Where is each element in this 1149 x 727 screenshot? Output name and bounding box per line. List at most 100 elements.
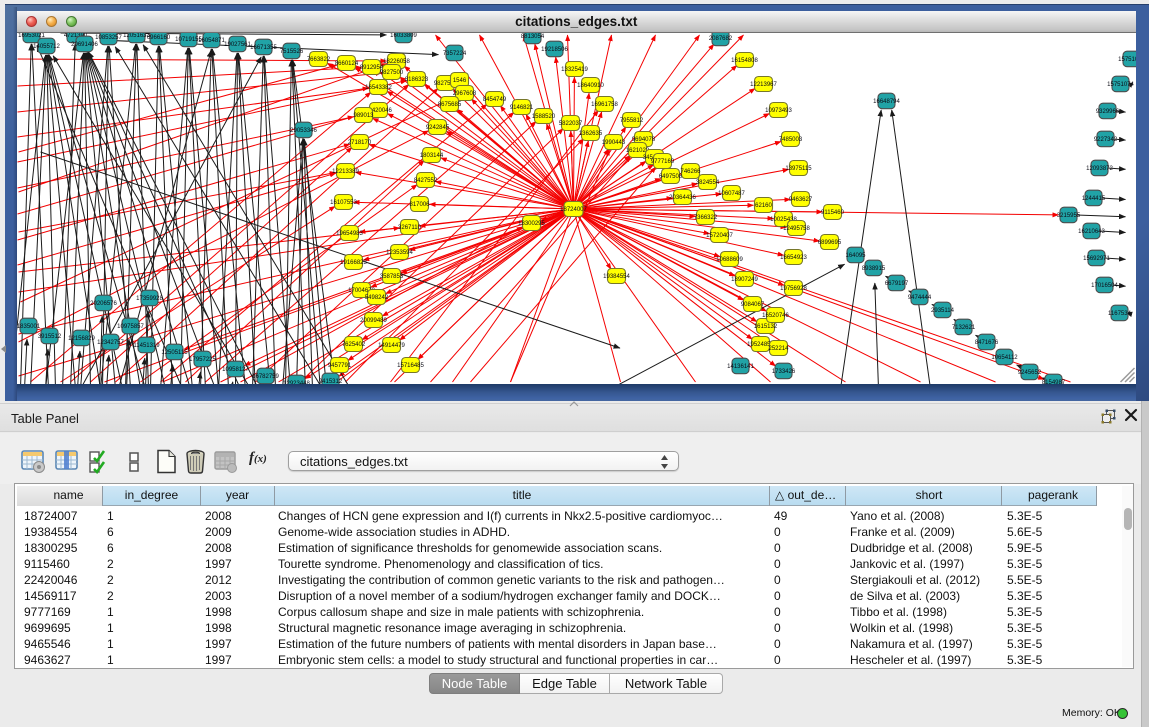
svg-text:8427552: 8427552	[413, 178, 437, 184]
svg-text:15692971: 15692971	[1083, 256, 1110, 262]
svg-text:18907249: 18907249	[731, 277, 758, 283]
svg-text:5822037: 5822037	[558, 121, 582, 127]
svg-text:12156829: 12156829	[68, 336, 95, 342]
svg-text:7132621: 7132621	[951, 325, 975, 331]
svg-text:16054871: 16054871	[198, 38, 225, 44]
svg-text:16961758: 16961758	[591, 102, 618, 108]
svg-text:14136141: 14136141	[727, 364, 754, 370]
svg-text:7625402: 7625402	[341, 342, 365, 348]
svg-text:164095: 164095	[845, 253, 866, 259]
svg-text:15751074: 15751074	[1118, 57, 1136, 63]
svg-text:13975115: 13975115	[785, 166, 812, 172]
svg-text:12213967: 12213967	[750, 82, 777, 88]
svg-text:11451319: 11451319	[133, 343, 160, 349]
svg-text:1362635: 1362635	[578, 131, 602, 137]
svg-text:29053346: 29053346	[290, 128, 317, 134]
svg-text:9415312: 9415312	[318, 379, 342, 384]
svg-text:7663822: 7663822	[306, 57, 330, 63]
svg-text:19218506: 19218506	[541, 47, 568, 53]
svg-text:3824554: 3824554	[695, 180, 719, 186]
svg-text:1167534: 1167534	[1108, 311, 1132, 317]
svg-text:14055712: 14055712	[33, 44, 60, 50]
svg-text:15716485: 15716485	[397, 363, 424, 369]
svg-text:1588520: 1588520	[531, 114, 555, 120]
svg-text:16654923: 16654923	[780, 255, 807, 261]
svg-text:1835001: 1835001	[17, 324, 41, 330]
svg-text:10958127: 10958127	[222, 367, 249, 373]
svg-text:19166823: 19166823	[340, 260, 367, 266]
svg-text:14914479: 14914479	[378, 343, 405, 349]
svg-text:10654112: 10654112	[991, 355, 1018, 361]
svg-text:16543382: 16543382	[365, 85, 392, 91]
svg-text:16782759: 16782759	[252, 374, 279, 380]
svg-text:7955812: 7955812	[619, 118, 643, 124]
svg-text:15720407: 15720407	[706, 233, 733, 239]
svg-text:3215955: 3215955	[1056, 213, 1080, 219]
svg-text:817006: 817006	[409, 202, 430, 208]
svg-text:8813054: 8813054	[520, 34, 544, 40]
svg-text:8938915: 8938915	[861, 266, 885, 272]
svg-text:16671355: 16671355	[250, 45, 277, 51]
svg-text:6679197: 6679197	[884, 281, 908, 287]
svg-text:17359928: 17359928	[136, 296, 163, 302]
svg-text:12505115: 12505115	[161, 350, 188, 356]
svg-text:9227342: 9227342	[1093, 137, 1117, 143]
svg-text:746266: 746266	[680, 169, 701, 175]
svg-text:17016504: 17016504	[1091, 283, 1118, 289]
svg-text:6899695: 6899695	[817, 240, 841, 246]
svg-text:19756928: 19756928	[780, 286, 807, 292]
svg-text:8154987: 8154987	[1041, 380, 1065, 384]
svg-text:12213389: 12213389	[332, 169, 359, 175]
svg-text:9245652: 9245652	[1017, 370, 1041, 376]
svg-text:18640910: 18640910	[577, 83, 604, 89]
svg-text:9115460: 9115460	[821, 210, 845, 216]
svg-text:7357224: 7357224	[442, 51, 466, 57]
svg-text:18724007: 18724007	[560, 207, 587, 213]
svg-text:1733426: 1733426	[771, 369, 795, 375]
svg-text:1803144: 1803144	[419, 153, 443, 159]
svg-text:9457791: 9457791	[327, 363, 351, 369]
svg-text:12093872: 12093872	[1086, 166, 1113, 172]
svg-text:62160: 62160	[755, 203, 772, 209]
svg-text:16520746: 16520746	[762, 313, 789, 319]
svg-text:9827500: 9827500	[379, 70, 403, 76]
svg-text:20206576: 20206576	[90, 301, 117, 307]
svg-text:252214: 252214	[768, 346, 789, 352]
svg-text:9084067: 9084067	[740, 302, 764, 308]
svg-text:1546: 1546	[452, 78, 466, 84]
svg-text:9474444: 9474444	[907, 295, 931, 301]
svg-text:12495758: 12495758	[783, 226, 810, 232]
svg-text:16033809: 16033809	[390, 33, 417, 39]
svg-text:6497508: 6497508	[658, 174, 682, 180]
svg-text:9242845: 9242845	[425, 125, 449, 131]
svg-text:8660124: 8660124	[334, 61, 358, 67]
svg-text:3267110: 3267110	[398, 225, 422, 231]
svg-text:1615132: 1615132	[753, 324, 777, 330]
svg-text:19027561: 19027561	[224, 42, 251, 48]
svg-text:9777169: 9777169	[650, 159, 674, 165]
svg-text:7366322: 7366322	[693, 215, 717, 221]
svg-text:16648794: 16648794	[873, 99, 900, 105]
svg-text:17957225: 17957225	[189, 357, 216, 363]
svg-text:20691406: 20691406	[71, 42, 98, 48]
svg-text:2935114: 2935114	[931, 308, 955, 314]
svg-text:6966160: 6966160	[146, 35, 170, 41]
svg-text:8675685: 8675685	[437, 102, 461, 108]
svg-text:7485003: 7485003	[778, 137, 802, 143]
svg-text:2718170: 2718170	[347, 140, 371, 146]
svg-text:16154808: 16154808	[731, 58, 758, 64]
svg-text:989013: 989013	[353, 113, 374, 119]
svg-text:19384554: 19384554	[603, 274, 630, 280]
svg-text:5498242: 5498242	[364, 295, 388, 301]
svg-text:8454749: 8454749	[482, 97, 506, 103]
svg-text:16107553: 16107553	[330, 200, 357, 206]
svg-text:9463627: 9463627	[788, 197, 812, 203]
svg-text:7515526: 7515526	[279, 49, 303, 55]
svg-text:10607487: 10607487	[718, 191, 745, 197]
svg-text:10853257: 10853257	[95, 35, 122, 41]
svg-text:10688609: 10688609	[716, 257, 743, 263]
svg-text:8471676: 8471676	[974, 340, 998, 346]
svg-text:20099489: 20099489	[360, 318, 387, 324]
svg-text:18300295: 18300295	[518, 221, 545, 227]
svg-text:20364436: 20364436	[669, 195, 696, 201]
